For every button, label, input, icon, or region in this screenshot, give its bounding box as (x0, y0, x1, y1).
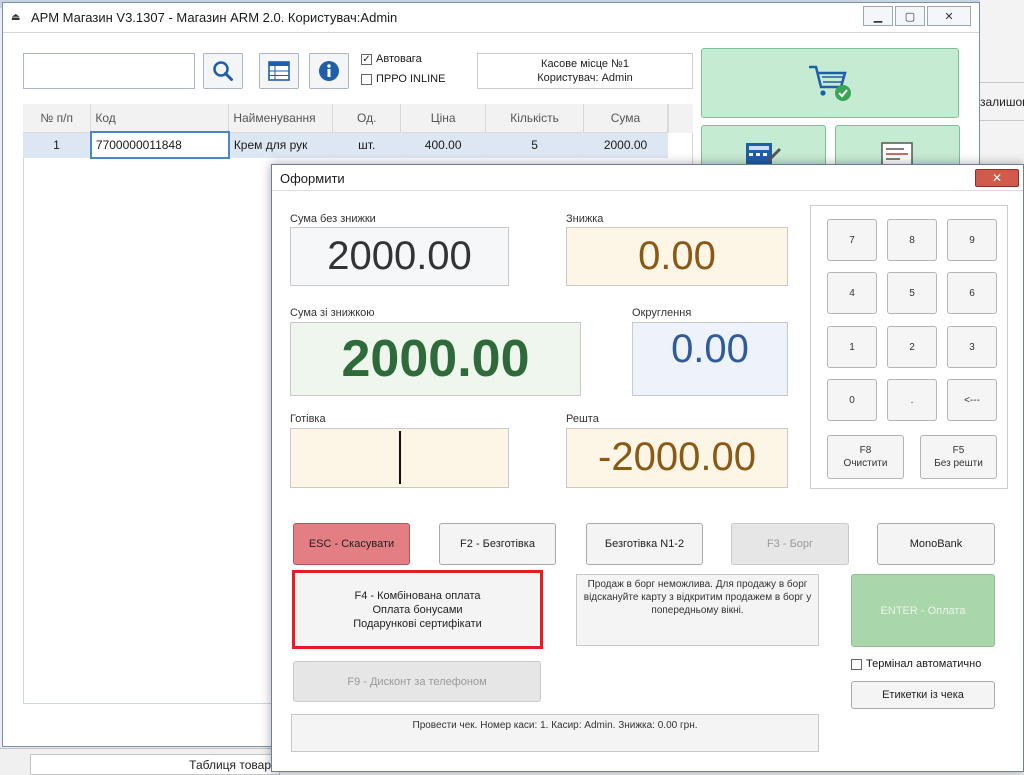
cashless-button[interactable]: F2 - Безготівка (439, 523, 556, 565)
info-icon (319, 61, 339, 81)
column-header[interactable]: Од. (332, 104, 402, 133)
autoscale-checkbox-row[interactable]: ✓ Автовага (361, 53, 422, 65)
row-unit[interactable]: шт. (332, 132, 402, 158)
receipt-icon (880, 142, 913, 165)
discount-label: Знижка (566, 213, 604, 225)
table-row[interactable]: 1 7700000011848 Крем для рук шт. 400.00 … (23, 131, 668, 159)
clear-button-label: Очистити (843, 458, 888, 469)
minimize-button[interactable]: ▁ (863, 6, 893, 26)
numpad-key-dot[interactable]: . (887, 379, 937, 421)
clear-button-key: F8 (859, 445, 872, 456)
clear-button[interactable]: F8 Очистити (827, 435, 904, 479)
combined-payment-label: F4 - Комбінована оплата (354, 589, 481, 602)
barcode-search-input[interactable] (23, 53, 195, 89)
row-price[interactable]: 400.00 (400, 132, 487, 158)
monobank-button[interactable]: MonoBank (877, 523, 995, 565)
numpad-key-7[interactable]: 7 (827, 219, 877, 261)
autoscale-checkbox[interactable]: ✓ (361, 53, 372, 65)
prro-label: ПРРО INLINE (376, 73, 446, 85)
no-change-button-key: F5 (952, 445, 965, 456)
close-button[interactable]: ✕ (927, 6, 971, 26)
rounding-label: Округлення (632, 307, 692, 319)
prro-checkbox-row[interactable]: ПРРО INLINE (361, 73, 445, 85)
rounding-value: 0.00 (632, 322, 788, 396)
column-header[interactable]: Кількість (485, 104, 585, 133)
bottom-tab-products-table[interactable]: Таблиця товар (30, 754, 280, 775)
sum-with-discount-value: 2000.00 (290, 322, 581, 396)
numpad: 7 8 9 4 5 6 1 2 3 0 . <--- F8 Очистити F… (810, 205, 1008, 489)
items-table: № п/п Код Найменування Од. Ціна Кількіст… (23, 104, 668, 159)
change-value: -2000.00 (566, 428, 788, 488)
numpad-key-2[interactable]: 2 (887, 326, 937, 368)
debt-info-text: Продаж в борг неможлива. Для продажу в б… (576, 574, 819, 646)
maximize-button[interactable]: ▢ (895, 6, 925, 26)
cashless-n-button[interactable]: Безготівка N1-2 (586, 523, 703, 565)
numpad-key-1[interactable]: 1 (827, 326, 877, 368)
text-cursor (399, 431, 401, 484)
row-number[interactable]: 1 (23, 132, 92, 158)
numpad-key-backspace[interactable]: <--- (947, 379, 997, 421)
no-change-button-label: Без решти (934, 458, 983, 469)
numpad-key-6[interactable]: 6 (947, 272, 997, 314)
discount-by-phone-button[interactable]: F9 - Дисконт за телефоном (293, 661, 541, 702)
pay-button[interactable]: ENTER - Оплата (851, 574, 995, 647)
cash-register-info: Касове місце №1 Користувач: Admin (477, 53, 693, 89)
receipt-labels-button[interactable]: Етикетки із чека (851, 681, 995, 709)
main-titlebar[interactable]: ⏏ АРМ Магазин V3.1307 - Магазин ARM 2.0.… (3, 3, 979, 33)
cash-register-number: Касове місце №1 (541, 58, 629, 70)
autoscale-label: Автовага (376, 53, 422, 65)
terminal-auto-row[interactable]: Термінал автоматично (851, 658, 981, 670)
cart-check-icon (809, 65, 851, 101)
row-name[interactable]: Крем для рук (228, 132, 334, 158)
numpad-key-4[interactable]: 4 (827, 272, 877, 314)
row-quantity[interactable]: 5 (485, 132, 585, 158)
checkout-cart-button[interactable] (701, 48, 959, 118)
table-view-button[interactable] (259, 53, 299, 89)
dialog-close-button[interactable]: ✕ (975, 169, 1019, 187)
prro-checkbox[interactable] (361, 73, 372, 85)
column-header[interactable]: Код (90, 104, 230, 133)
column-header[interactable]: Ціна (400, 104, 487, 133)
column-header[interactable]: Сума (583, 104, 668, 133)
app-icon: ⏏ (11, 11, 21, 23)
sum-no-discount-value: 2000.00 (290, 227, 509, 286)
numpad-key-3[interactable]: 3 (947, 326, 997, 368)
change-label: Решта (566, 413, 599, 425)
calculator-icon (745, 143, 781, 165)
cash-label: Готівка (290, 413, 326, 425)
terminal-auto-checkbox[interactable] (851, 658, 862, 670)
sum-with-discount-label: Сума зі знижкою (290, 307, 375, 319)
table-icon (268, 61, 290, 81)
sum-no-discount-label: Сума без знижки (290, 213, 376, 225)
numpad-key-9[interactable]: 9 (947, 219, 997, 261)
numpad-key-0[interactable]: 0 (827, 379, 877, 421)
row-sum[interactable]: 2000.00 (583, 132, 668, 158)
payment-dialog: Оформити ✕ Сума без знижки 2000.00 Знижк… (271, 164, 1024, 772)
discount-value: 0.00 (566, 227, 788, 286)
info-button[interactable] (309, 53, 349, 89)
column-header[interactable]: Найменування (228, 104, 334, 133)
terminal-auto-label: Термінал автоматично (866, 658, 982, 670)
debt-button[interactable]: F3 - Борг (731, 523, 849, 565)
search-button[interactable] (203, 53, 243, 89)
row-code[interactable]: 7700000011848 (89, 131, 230, 159)
table-scrollbar[interactable] (668, 104, 693, 133)
numpad-key-5[interactable]: 5 (887, 272, 937, 314)
gift-certificates-label: Подарункові сертифікати (353, 617, 482, 630)
search-icon (213, 61, 233, 81)
dialog-title: Оформити (272, 165, 1023, 191)
background-window-label: залишок (980, 95, 1024, 109)
column-header[interactable]: № п/п (23, 104, 92, 133)
combined-payment-button[interactable]: F4 - Комбінована оплата Оплата бонусами … (296, 574, 539, 645)
no-change-button[interactable]: F5 Без решти (920, 435, 997, 479)
status-text: Провести чек. Номер каси: 1. Касир: Admi… (291, 714, 819, 752)
main-window-title: АРМ Магазин V3.1307 - Магазин ARM 2.0. К… (31, 10, 398, 25)
cash-register-user: Користувач: Admin (537, 72, 633, 84)
cancel-button[interactable]: ESC - Скасувати (293, 523, 410, 565)
numpad-key-8[interactable]: 8 (887, 219, 937, 261)
bonus-payment-label: Оплата бонусами (372, 603, 463, 616)
table-header-row: № п/п Код Найменування Од. Ціна Кількіст… (23, 104, 668, 133)
